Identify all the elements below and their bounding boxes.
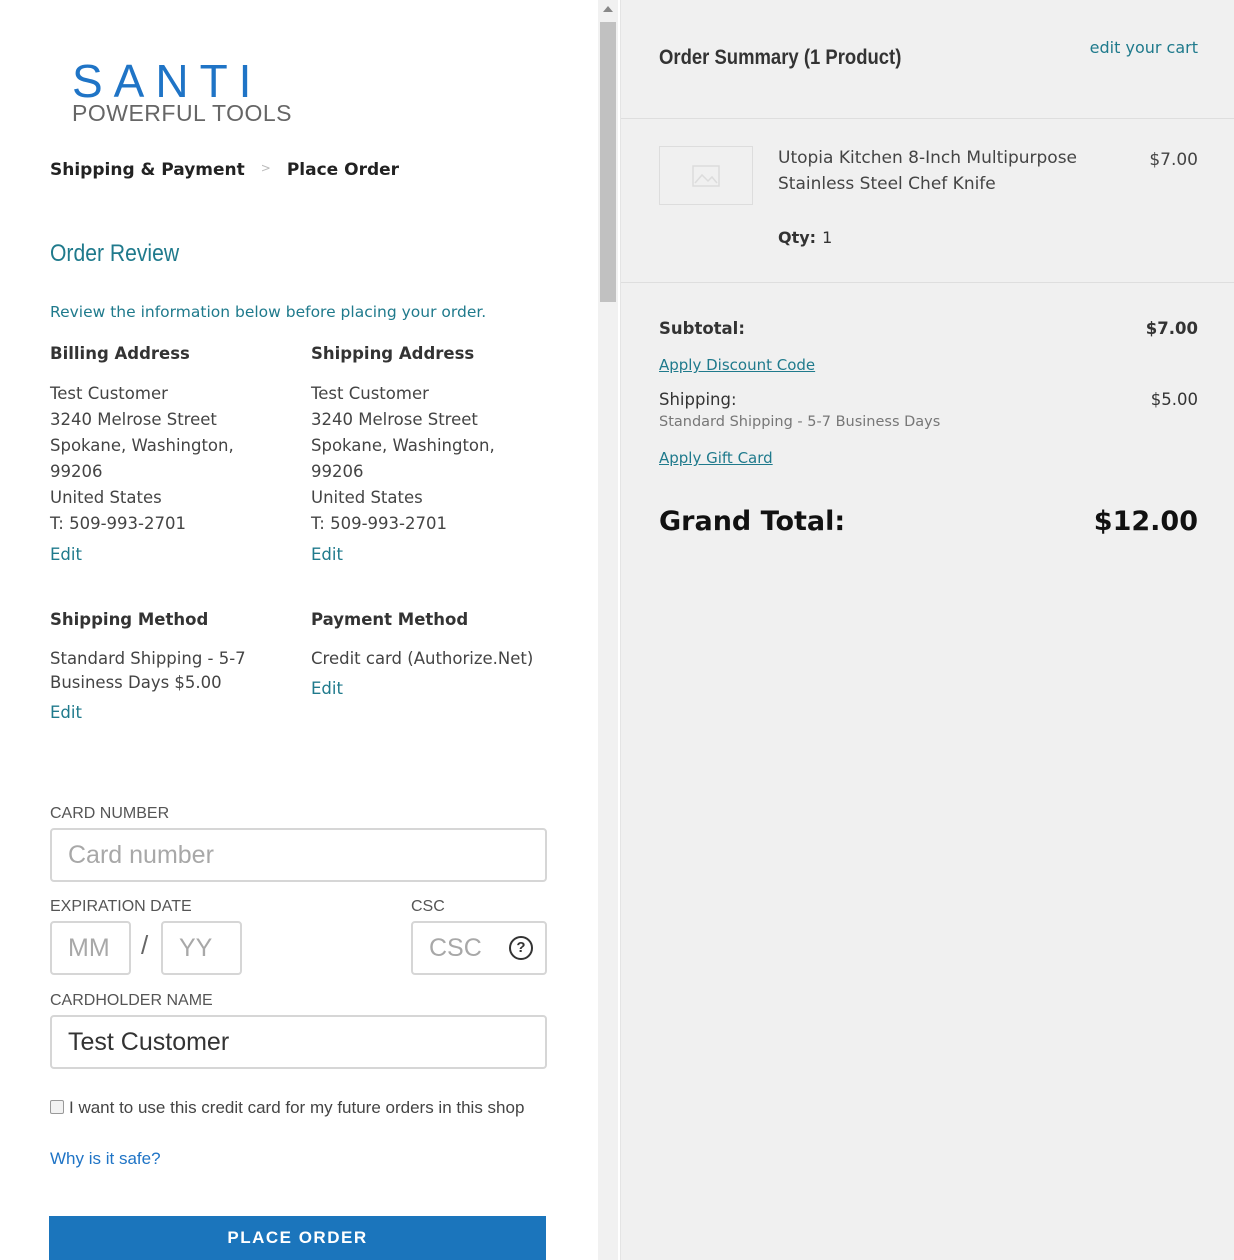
shipping-address-line: Spokane, Washington,	[311, 436, 495, 455]
shipping-address-heading: Shipping Address	[311, 344, 475, 363]
product-thumbnail[interactable]	[659, 146, 753, 205]
save-card-checkbox[interactable]	[50, 1100, 64, 1114]
save-card-label: I want to use this credit card for my fu…	[69, 1098, 525, 1117]
help-icon[interactable]: ?	[509, 936, 533, 960]
csc-field[interactable]: ?	[411, 921, 547, 975]
cardholder-name-field[interactable]	[50, 1015, 547, 1069]
shipping-method-block: Shipping Method Standard Shipping - 5-7 …	[50, 610, 290, 722]
edit-shipping-method-link[interactable]: Edit	[50, 703, 82, 722]
shipping-value: $5.00	[1150, 390, 1198, 409]
order-summary-panel: Order Summary (1 Product) edit your cart…	[620, 0, 1234, 1260]
subtotal-value: $7.00	[1145, 319, 1198, 338]
billing-address-line: Spokane, Washington,	[50, 436, 234, 455]
scrollbar-thumb[interactable]	[600, 22, 616, 302]
card-number-field[interactable]	[50, 828, 547, 882]
breadcrumb: Shipping & Payment > Place Order	[50, 160, 399, 180]
apply-gift-card-link[interactable]: Apply Gift Card	[659, 449, 773, 467]
billing-address-line: 99206	[50, 462, 103, 481]
product-quantity: Qty: 1	[778, 228, 832, 247]
brand-logo-tagline: POWERFUL TOOLS	[72, 100, 293, 126]
edit-billing-address-link[interactable]: Edit	[50, 545, 82, 564]
csc-input[interactable]	[429, 933, 509, 963]
expiration-date-label: EXPIRATION DATE	[50, 898, 192, 915]
billing-address-heading: Billing Address	[50, 344, 190, 363]
cardholder-name-input[interactable]	[68, 1027, 545, 1057]
brand-logo[interactable]: SANTI POWERFUL TOOLS	[72, 58, 302, 125]
shipping-address-line: T: 509-993-2701	[311, 514, 447, 533]
subtotal-label: Subtotal:	[659, 319, 745, 338]
billing-address-block: Billing Address Test Customer 3240 Melro…	[50, 344, 290, 564]
apply-discount-code-link[interactable]: Apply Discount Code	[659, 356, 815, 374]
why-is-it-safe-link[interactable]: Why is it safe?	[50, 1149, 161, 1169]
billing-address-line: 3240 Melrose Street	[50, 410, 217, 429]
shipping-label: Shipping:	[659, 390, 737, 409]
edit-payment-method-link[interactable]: Edit	[311, 679, 343, 698]
product-name[interactable]: Utopia Kitchen 8-Inch Multipurpose Stain…	[778, 145, 1078, 197]
checkout-main-panel: SANTI POWERFUL TOOLS Shipping & Payment …	[0, 0, 598, 1260]
card-number-input[interactable]	[68, 840, 545, 870]
payment-method-block: Payment Method Credit card (Authorize.Ne…	[311, 610, 551, 698]
edit-cart-link[interactable]: edit your cart	[1090, 38, 1198, 57]
qty-value: 1	[822, 228, 833, 247]
breadcrumb-shipping-payment[interactable]: Shipping & Payment	[50, 160, 245, 180]
shipping-address-line: United States	[311, 488, 423, 507]
payment-method-line: Credit card (Authorize.Net)	[311, 649, 534, 668]
summary-divider	[621, 118, 1234, 119]
expiry-month-input[interactable]	[68, 933, 129, 963]
shipping-method-line: Standard Shipping - 5-7	[50, 649, 246, 668]
shipping-method-heading: Shipping Method	[50, 610, 209, 629]
billing-address-line: United States	[50, 488, 162, 507]
grand-total-value: $12.00	[1093, 506, 1198, 537]
shipping-method-note: Standard Shipping - 5-7 Business Days	[659, 414, 941, 430]
shipping-address-line: 99206	[311, 462, 364, 481]
shipping-address-line: Test Customer	[311, 384, 429, 403]
shipping-method-line: Business Days $5.00	[50, 673, 222, 692]
order-summary-title: Order Summary (1 Product)	[659, 46, 902, 69]
csc-label: CSC	[411, 898, 445, 915]
page-title: Order Review	[50, 240, 180, 267]
breadcrumb-place-order: Place Order	[286, 160, 400, 180]
payment-method-heading: Payment Method	[311, 610, 469, 629]
billing-address-line: Test Customer	[50, 384, 168, 403]
expiry-year-input[interactable]	[179, 933, 240, 963]
card-number-label: CARD NUMBER	[50, 805, 170, 822]
summary-divider	[621, 282, 1234, 283]
shipping-address-block: Shipping Address Test Customer 3240 Melr…	[311, 344, 551, 564]
breadcrumb-separator-icon: >	[260, 161, 271, 175]
expiry-month-field[interactable]	[50, 921, 131, 975]
expiry-year-field[interactable]	[161, 921, 242, 975]
edit-shipping-address-link[interactable]: Edit	[311, 545, 343, 564]
grand-total-label: Grand Total:	[659, 506, 846, 537]
image-placeholder-icon	[692, 164, 720, 187]
review-instructions: Review the information below before plac…	[50, 303, 487, 321]
shipping-address-line: 3240 Melrose Street	[311, 410, 478, 429]
vertical-scrollbar[interactable]	[598, 0, 618, 1260]
expiry-separator: /	[141, 930, 149, 960]
billing-address-line: T: 509-993-2701	[50, 514, 186, 533]
product-price: $7.00	[1149, 150, 1198, 170]
qty-label: Qty:	[778, 228, 817, 247]
place-order-button[interactable]: PLACE ORDER	[49, 1216, 546, 1260]
scroll-up-arrow-icon[interactable]	[603, 6, 613, 12]
brand-logo-name: SANTI	[72, 55, 263, 107]
save-card-option[interactable]: I want to use this credit card for my fu…	[50, 1094, 530, 1121]
cardholder-name-label: CARDHOLDER NAME	[50, 992, 213, 1009]
